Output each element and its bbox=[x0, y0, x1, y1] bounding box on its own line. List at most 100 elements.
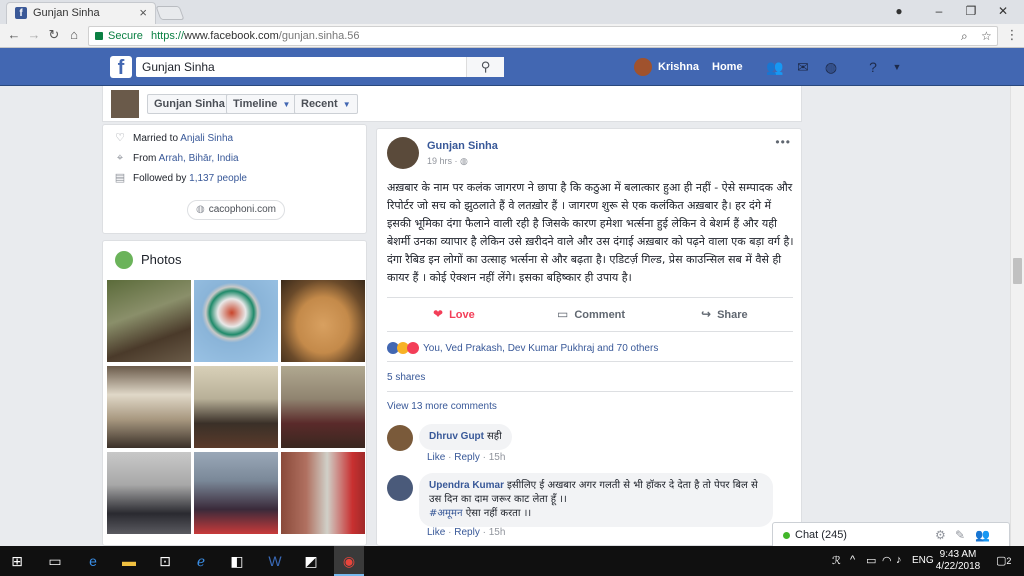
photo-thumbnail[interactable] bbox=[194, 452, 278, 534]
internet-explorer-icon[interactable]: ℯ bbox=[186, 546, 216, 576]
divider bbox=[387, 361, 793, 362]
photo-thumbnail[interactable] bbox=[194, 280, 278, 362]
tab-title: Gunjan Sinha bbox=[33, 7, 100, 19]
help-icon[interactable]: ? bbox=[864, 59, 882, 75]
scrollbar-thumb[interactable] bbox=[1013, 258, 1022, 284]
messenger-icon[interactable]: ✉ bbox=[794, 59, 812, 75]
married-row: ♡ Married to Anjali Sinha bbox=[113, 131, 233, 145]
facebook-logo-icon[interactable]: f bbox=[110, 56, 132, 79]
commenter-name[interactable]: Upendra Kumar bbox=[429, 480, 504, 491]
volume-icon[interactable]: ♪ bbox=[896, 554, 902, 566]
start-windows-icon[interactable]: ⊞ bbox=[2, 546, 32, 576]
app-icon[interactable]: ◩ bbox=[296, 546, 326, 576]
word-icon[interactable]: W bbox=[260, 546, 290, 576]
share-button[interactable]: ↪ Share bbox=[701, 306, 748, 322]
address-bar[interactable]: Secure https://www.facebook.com/gunjan.s… bbox=[88, 26, 998, 46]
hashtag-link[interactable]: #अमूमन bbox=[429, 508, 463, 519]
friend-requests-icon[interactable]: 👥 bbox=[766, 59, 784, 75]
comment-time[interactable]: 15h bbox=[489, 527, 506, 538]
avatar[interactable] bbox=[387, 475, 413, 501]
group-chat-icon[interactable]: 👥 bbox=[975, 528, 990, 542]
photo-thumbnail[interactable] bbox=[281, 452, 365, 534]
battery-icon[interactable]: ▭ bbox=[866, 554, 876, 567]
photo-thumbnail[interactable] bbox=[107, 366, 191, 448]
hometown-link[interactable]: Arrah, Bihār, India bbox=[159, 153, 239, 164]
chat-label: Chat (245) bbox=[795, 529, 847, 541]
recent-dropdown[interactable]: Recent ▼ bbox=[294, 94, 358, 114]
search-input[interactable] bbox=[136, 57, 504, 77]
profile-icon[interactable]: ● bbox=[884, 2, 914, 20]
comment-like-link[interactable]: Like bbox=[427, 452, 445, 463]
reload-icon[interactable]: ↻ bbox=[46, 27, 62, 43]
forward-icon[interactable]: → bbox=[26, 27, 42, 43]
bookmark-star-icon[interactable]: ☆ bbox=[981, 29, 992, 43]
followers-link[interactable]: 1,137 people bbox=[189, 173, 247, 184]
heart-icon: ♡ bbox=[115, 132, 125, 144]
photo-thumbnail[interactable] bbox=[194, 366, 278, 448]
photo-thumbnail[interactable] bbox=[107, 452, 191, 534]
close-tab-icon[interactable]: × bbox=[139, 5, 147, 20]
back-icon[interactable]: ← bbox=[6, 27, 22, 43]
secure-indicator[interactable]: Secure bbox=[95, 30, 143, 42]
location-pin-icon: ⌖ bbox=[116, 152, 124, 164]
notifications-globe-icon[interactable]: ◍ bbox=[822, 59, 840, 75]
photo-thumbnail[interactable] bbox=[281, 366, 365, 448]
photo-thumbnail[interactable] bbox=[107, 280, 191, 362]
app-icon[interactable]: ◧ bbox=[222, 546, 252, 576]
new-tab-button[interactable] bbox=[155, 6, 185, 20]
new-message-icon[interactable]: ✎ bbox=[955, 528, 965, 542]
user-profile-link[interactable]: Krishna bbox=[634, 58, 699, 77]
close-window-button[interactable]: ✕ bbox=[988, 2, 1018, 20]
photos-icon bbox=[115, 251, 133, 269]
comment-reply-link[interactable]: Reply bbox=[454, 527, 480, 538]
comment-time[interactable]: 15h bbox=[489, 452, 506, 463]
love-react-icon bbox=[407, 342, 419, 354]
network-icon[interactable]: ◠ bbox=[882, 554, 892, 567]
menu-icon[interactable]: ⋮ bbox=[1004, 27, 1020, 43]
browser-tab[interactable]: f Gunjan Sinha × bbox=[6, 2, 156, 24]
file-explorer-icon[interactable]: ▬ bbox=[114, 546, 144, 576]
photos-title[interactable]: Photos bbox=[141, 252, 181, 267]
clock[interactable]: 9:43 AM 4/22/2018 bbox=[930, 549, 986, 573]
gear-icon[interactable]: ⚙ bbox=[935, 528, 946, 542]
home-link[interactable]: Home bbox=[712, 58, 743, 76]
avatar[interactable] bbox=[387, 425, 413, 451]
task-view-icon[interactable]: ▭ bbox=[40, 546, 70, 576]
zoom-icon[interactable]: ⌕ bbox=[961, 29, 968, 44]
search-icon[interactable]: ⚲ bbox=[466, 57, 504, 77]
timeline-dropdown[interactable]: Timeline ▼ bbox=[226, 94, 298, 114]
store-icon[interactable]: ⊡ bbox=[150, 546, 180, 576]
spouse-link[interactable]: Anjali Sinha bbox=[180, 133, 233, 144]
reactions-summary[interactable]: You, Ved Prakash, Dev Kumar Pukhraj and … bbox=[387, 342, 658, 354]
people-icon[interactable]: ℛ bbox=[832, 554, 841, 567]
chat-bar[interactable]: Chat (245) ⚙ ✎ 👥 bbox=[772, 522, 1010, 546]
more-options-icon[interactable]: ••• bbox=[775, 135, 791, 149]
share-icon: ↪ bbox=[701, 307, 712, 321]
post-author[interactable]: Gunjan Sinha bbox=[427, 140, 498, 152]
comment-like-link[interactable]: Like bbox=[427, 527, 445, 538]
account-menu-chevron-down-icon[interactable]: ▼ bbox=[888, 59, 906, 75]
love-react-icon: ❤ bbox=[433, 307, 444, 321]
page-scrollbar[interactable] bbox=[1010, 86, 1024, 546]
restore-button[interactable]: ❐ bbox=[956, 2, 986, 20]
profile-name-button[interactable]: Gunjan Sinha bbox=[147, 94, 232, 114]
comment-button[interactable]: ▭ Comment bbox=[557, 306, 625, 322]
post-card: Gunjan Sinha 19 hrs · ◍ ••• अख़बार के ना… bbox=[376, 128, 802, 546]
avatar[interactable] bbox=[387, 137, 419, 169]
love-button[interactable]: ❤ Love bbox=[433, 306, 475, 322]
photo-thumbnail[interactable] bbox=[281, 280, 365, 362]
view-more-comments-link[interactable]: View 13 more comments bbox=[387, 401, 497, 412]
avatar[interactable] bbox=[111, 90, 139, 118]
home-icon[interactable]: ⌂ bbox=[66, 27, 82, 43]
post-time[interactable]: 19 hrs · ◍ bbox=[427, 156, 468, 167]
comment-reply-link[interactable]: Reply bbox=[454, 452, 480, 463]
edge-browser-icon[interactable]: e bbox=[78, 546, 108, 576]
minimize-button[interactable]: – bbox=[924, 2, 954, 20]
chrome-icon[interactable]: ◉ bbox=[334, 546, 364, 576]
notification-center-icon[interactable]: ▢2 bbox=[996, 554, 1011, 567]
avatar bbox=[634, 58, 652, 77]
commenter-name[interactable]: Dhruv Gupt bbox=[429, 431, 484, 442]
chevron-up-icon[interactable]: ^ bbox=[850, 554, 855, 566]
shares-link[interactable]: 5 shares bbox=[387, 372, 425, 383]
website-link[interactable]: ◍ cacophoni.com bbox=[187, 200, 285, 220]
